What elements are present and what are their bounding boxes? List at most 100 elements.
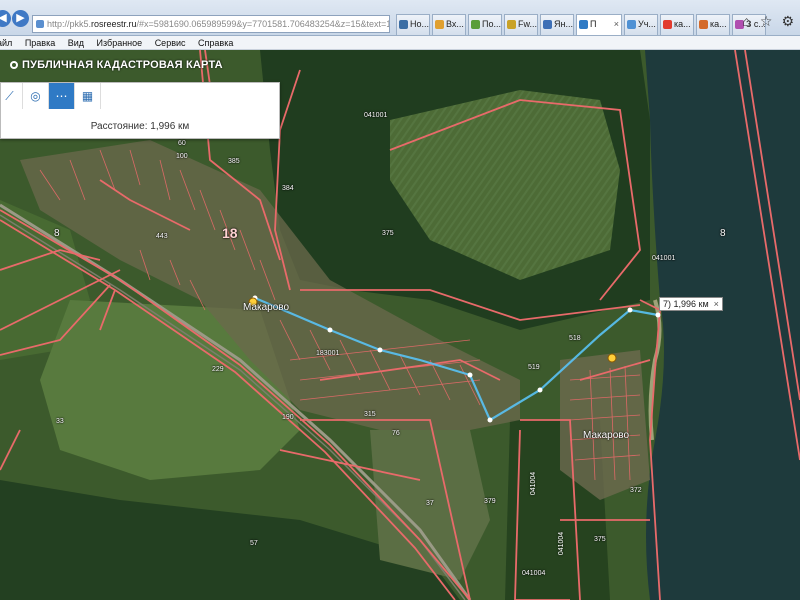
tool-ruler[interactable]: ⟋ xyxy=(0,83,23,109)
menu-file[interactable]: айл xyxy=(0,38,12,48)
parcel-number: 60 xyxy=(178,140,186,147)
tab-label: ка... xyxy=(710,19,727,29)
route-vertex[interactable] xyxy=(467,372,473,378)
tab-label: По... xyxy=(482,19,501,29)
parcel-number: 384 xyxy=(282,185,294,192)
tab-favicon-icon xyxy=(471,20,480,29)
tab-label: Вх... xyxy=(446,19,464,29)
parcel-number: 100 xyxy=(176,153,188,160)
menu-view[interactable]: Вид xyxy=(68,38,84,48)
settings-gear-icon[interactable]: ⚙ xyxy=(781,14,794,28)
parcel-number: 375 xyxy=(594,536,606,543)
area-icon: ▦ xyxy=(81,89,94,103)
browser-chrome: ◀ ▶ http://pkk5.rosreestr.ru/#x=5981690.… xyxy=(0,0,800,36)
menu-favorites[interactable]: Избранное xyxy=(97,38,143,48)
tab-favicon-icon xyxy=(543,20,552,29)
tab-favicon-icon xyxy=(435,20,444,29)
point-icon: ◎ xyxy=(30,89,41,103)
quarter-label: 18 xyxy=(222,225,238,241)
route-vertex[interactable] xyxy=(377,347,383,353)
cadastral-number: 041004 xyxy=(558,531,566,556)
ruler-icon: ⟋ xyxy=(5,89,14,103)
tab-label: ка... xyxy=(674,19,691,29)
distance-popup: 7) 1,996 км × xyxy=(659,297,723,311)
parcel-number: 37 xyxy=(426,500,434,507)
menu-help[interactable]: Справка xyxy=(198,38,233,48)
address-host: rosreestr.ru xyxy=(91,19,137,29)
browser-tab[interactable]: Fw... xyxy=(504,14,538,35)
tab-close-icon[interactable]: × xyxy=(614,15,619,34)
window-controls: ⌂ ☆ ⚙ xyxy=(742,14,794,28)
parcel-number: 375 xyxy=(382,230,394,237)
menu-bar: айл Правка Вид Избранное Сервис Справка xyxy=(0,36,800,50)
menu-tools[interactable]: Сервис xyxy=(155,38,186,48)
browser-tab[interactable]: Ян... xyxy=(540,14,574,35)
tool-area[interactable]: ▦ xyxy=(75,83,101,109)
tab-strip: Но... Вх... По... Fw... Ян... П × Уч... ка... ка.… xyxy=(396,14,768,35)
tab-favicon-icon xyxy=(699,20,708,29)
parcel-number: 518 xyxy=(569,335,581,342)
browser-tab[interactable]: Вх... xyxy=(432,14,466,35)
browser-tab[interactable]: П × xyxy=(576,14,622,35)
browser-tab[interactable]: Но... xyxy=(396,14,430,35)
parcel-number: 229 xyxy=(212,366,224,373)
parcel-number: 372 xyxy=(630,487,642,494)
route-vertex[interactable] xyxy=(655,312,661,318)
cadastral-number: 183001 xyxy=(316,350,340,357)
address-rest: /#x=5981690.065989599&y=7701581.70648325… xyxy=(136,19,389,29)
river-water xyxy=(645,50,800,600)
route-vertex[interactable] xyxy=(327,327,333,333)
cadastral-number: 041004 xyxy=(530,471,538,496)
tool-point[interactable]: ◎ xyxy=(23,83,49,109)
tab-label: П xyxy=(590,19,597,29)
parcel-number: 443 xyxy=(156,233,168,240)
tab-favicon-icon xyxy=(663,20,672,29)
logo-icon xyxy=(10,61,18,69)
site-favicon-icon xyxy=(36,20,44,28)
settlement-label: Макарово xyxy=(243,302,290,313)
tab-favicon-icon xyxy=(507,20,516,29)
tab-favicon-icon xyxy=(579,20,588,29)
cadastral-number: 041004 xyxy=(522,570,546,577)
favorites-icon[interactable]: ☆ xyxy=(760,14,773,28)
parcel-number: 33 xyxy=(56,418,64,425)
parcel-number: 57 xyxy=(250,540,258,547)
village-marker-icon xyxy=(607,353,617,363)
quarter-label: 8 xyxy=(720,228,726,239)
parcel-number: 76 xyxy=(392,430,400,437)
parcel-number: 385 xyxy=(228,158,240,165)
home-icon[interactable]: ⌂ xyxy=(742,14,750,28)
tab-label: Ян... xyxy=(554,19,573,29)
menu-edit[interactable]: Правка xyxy=(25,38,55,48)
close-icon[interactable]: × xyxy=(714,299,719,309)
tab-label: Fw... xyxy=(518,19,538,29)
tab-favicon-icon xyxy=(627,20,636,29)
tab-label: Но... xyxy=(410,19,430,29)
app-title: ПУБЛИЧНАЯ КАДАСТРОВАЯ КАРТА xyxy=(10,59,223,71)
parcel-number: 519 xyxy=(528,364,540,371)
back-button[interactable]: ◀ xyxy=(0,10,11,27)
cadastral-number: 041001 xyxy=(364,112,388,119)
browser-tab[interactable]: Уч... xyxy=(624,14,658,35)
app-title-text: ПУБЛИЧНАЯ КАДАСТРОВАЯ КАРТА xyxy=(22,59,223,71)
route-vertex[interactable] xyxy=(487,417,493,423)
tool-distance[interactable]: ⋯ xyxy=(49,83,75,109)
settlement-label: Макарово xyxy=(583,430,630,441)
address-prefix: http://pkk5. xyxy=(47,19,92,29)
tab-label: Уч... xyxy=(638,19,656,29)
parcel-number: 379 xyxy=(484,498,496,505)
parcel-number: 315 xyxy=(364,411,376,418)
distance-popup-text: 7) 1,996 км xyxy=(663,299,709,309)
distance-readout: Расстояние: 1,996 км xyxy=(90,121,190,132)
route-vertex[interactable] xyxy=(537,387,543,393)
browser-tab[interactable]: ка... xyxy=(660,14,694,35)
browser-tab[interactable]: По... xyxy=(468,14,502,35)
measure-panel: ⟋ ◎ ⋯ ▦ Расстояние: 1,996 км xyxy=(0,82,280,139)
browser-tab[interactable]: ка... xyxy=(696,14,730,35)
quarter-label: 8 xyxy=(54,228,60,239)
address-bar[interactable]: http://pkk5.rosreestr.ru/#x=5981690.0659… xyxy=(32,15,390,33)
distance-icon: ⋯ xyxy=(55,89,68,103)
forward-button[interactable]: ▶ xyxy=(12,10,29,27)
route-vertex[interactable] xyxy=(627,307,633,313)
tab-favicon-icon xyxy=(399,20,408,29)
